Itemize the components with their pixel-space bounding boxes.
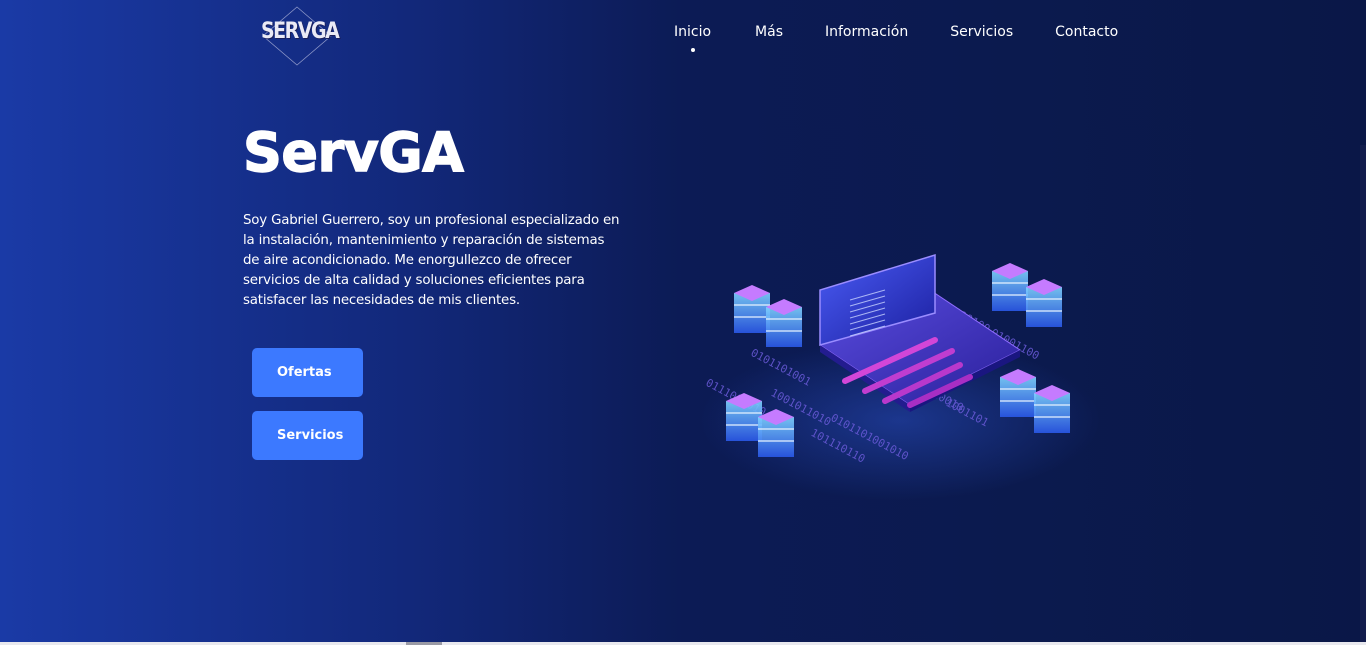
logo-text: SERVGA [261,18,340,44]
nav-item-mas[interactable]: Más [755,24,783,40]
hero-description: Soy Gabriel Guerrero, soy un profesional… [243,213,620,308]
brand-logo[interactable]: SERVGA [261,6,340,66]
main-nav: Inicio Más Información Servicios Contact… [660,24,1118,52]
nav-item-informacion[interactable]: Información [825,24,908,40]
hero-title: ServGA [242,121,464,184]
servicios-button[interactable]: Servicios [252,411,363,460]
nav-item-inicio[interactable]: Inicio [674,24,711,52]
nav-item-contacto[interactable]: Contacto [1055,24,1118,40]
ofertas-button[interactable]: Ofertas [252,348,363,397]
vertical-scrollbar[interactable] [1360,145,1366,645]
hero-illustration: 010010100 1101011000 01001100 0101101001… [690,205,1130,515]
isometric-laptop-servers-icon: 010010100 1101011000 01001100 0101101001… [700,211,1100,500]
nav-item-servicios[interactable]: Servicios [950,24,1013,40]
